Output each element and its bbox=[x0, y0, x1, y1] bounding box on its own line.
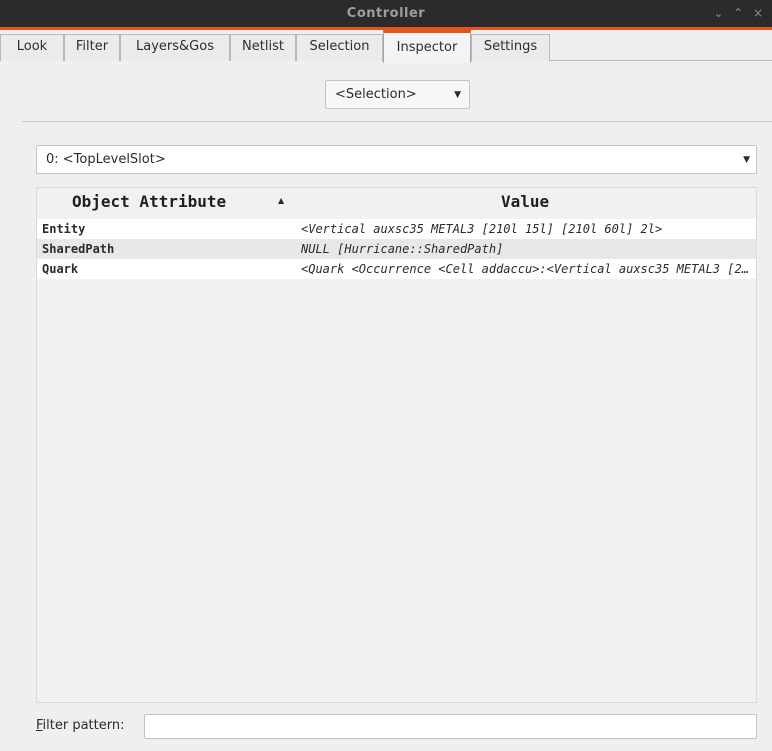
value-cell: <Quark <Occurrence <Cell addaccu>:<Verti… bbox=[301, 262, 751, 276]
tab-filter[interactable]: Filter bbox=[64, 34, 120, 61]
attribute-cell: Quark bbox=[42, 262, 79, 276]
attribute-table[interactable]: Object Attribute ▲ Value Entity <Vertica… bbox=[36, 187, 757, 703]
sort-ascending-icon: ▲ bbox=[278, 196, 285, 205]
tab-bar: Look Filter Layers&Gos Netlist Selection… bbox=[0, 30, 772, 63]
tab-settings[interactable]: Settings bbox=[471, 34, 550, 61]
minimize-icon[interactable]: ⌄ bbox=[710, 6, 726, 20]
filter-pattern-input[interactable] bbox=[144, 714, 757, 739]
filter-label-text: ilter pattern: bbox=[42, 718, 125, 733]
tab-layers-gos[interactable]: Layers&Gos bbox=[120, 34, 230, 61]
tab-selection[interactable]: Selection bbox=[296, 34, 383, 61]
column-header-attribute[interactable]: Object Attribute bbox=[72, 192, 226, 211]
tab-netlist[interactable]: Netlist bbox=[230, 34, 296, 61]
attribute-cell: SharedPath bbox=[42, 242, 115, 256]
table-header: Object Attribute ▲ Value bbox=[37, 188, 756, 218]
value-cell: <Vertical auxsc35 METAL3 [210l 15l] [210… bbox=[301, 222, 663, 236]
table-row[interactable]: SharedPath NULL [Hurricane::SharedPath] bbox=[37, 239, 756, 259]
chevron-down-icon: ▼ bbox=[743, 155, 750, 165]
tab-look[interactable]: Look bbox=[0, 34, 64, 61]
window-controls: ⌄ ⌃ × bbox=[710, 6, 766, 20]
selection-dropdown-value: <Selection> bbox=[335, 87, 417, 102]
filter-pattern-label: Filter pattern: bbox=[36, 718, 125, 733]
table-row[interactable]: Entity <Vertical auxsc35 METAL3 [210l 15… bbox=[37, 219, 756, 239]
slot-dropdown-value: 0: <TopLevelSlot> bbox=[46, 152, 166, 167]
chevron-down-icon: ▼ bbox=[454, 90, 461, 100]
column-header-value[interactable]: Value bbox=[501, 192, 549, 211]
window-title: Controller bbox=[346, 6, 426, 21]
maximize-icon[interactable]: ⌃ bbox=[730, 6, 746, 20]
close-icon[interactable]: × bbox=[750, 6, 766, 20]
title-bar: Controller ⌄ ⌃ × bbox=[0, 0, 772, 30]
divider bbox=[22, 121, 772, 122]
value-cell: NULL [Hurricane::SharedPath] bbox=[301, 242, 504, 256]
selection-dropdown[interactable]: <Selection> ▼ bbox=[325, 80, 470, 109]
attribute-cell: Entity bbox=[42, 222, 86, 236]
tab-inspector[interactable]: Inspector bbox=[383, 30, 471, 63]
table-row[interactable]: Quark <Quark <Occurrence <Cell addaccu>:… bbox=[37, 259, 756, 279]
slot-dropdown[interactable]: 0: <TopLevelSlot> ▼ bbox=[36, 145, 757, 174]
